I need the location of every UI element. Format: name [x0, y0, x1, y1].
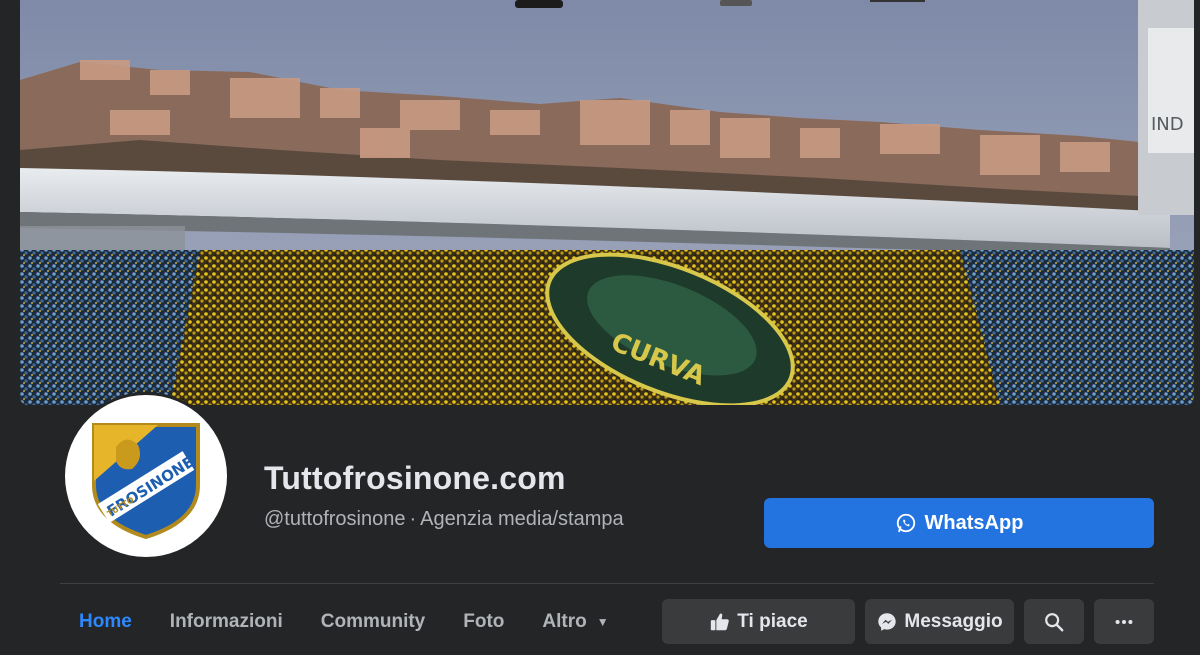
like-label: Ti piace [737, 610, 808, 632]
thumbs-up-icon [711, 612, 730, 630]
messenger-icon [878, 612, 897, 631]
tab-label: Informazioni [169, 611, 283, 632]
search-button[interactable] [1024, 599, 1084, 644]
subtitle-separator: · [409, 508, 417, 530]
search-icon [1045, 612, 1064, 631]
tab-label: Foto [463, 611, 505, 632]
cover-sign-text: IND [1151, 114, 1184, 135]
like-button[interactable]: Ti piace [662, 599, 855, 644]
whatsapp-icon [896, 513, 915, 533]
page-subtitle: @tuttofrosinone · Agenzia media/stampa [264, 508, 624, 531]
facebook-page-header: CURVA IND FROSINONE TUTTO Tuttofrosinone… [0, 0, 1200, 655]
chevron-down-icon: ▼ [596, 615, 609, 629]
page-title: Tuttofrosinone.com [264, 460, 566, 496]
message-label: Messaggio [904, 610, 1003, 632]
avatar-logo: FROSINONE TUTTO [65, 395, 227, 557]
tab-altro[interactable]: Altro ▼ [523, 598, 627, 646]
more-button[interactable] [1094, 599, 1154, 644]
profile-avatar[interactable]: FROSINONE TUTTO [62, 392, 230, 560]
header-divider [60, 583, 1154, 584]
cover-photo[interactable]: CURVA IND [20, 0, 1194, 405]
more-icon [1115, 619, 1133, 624]
tab-foto[interactable]: Foto [444, 598, 523, 646]
club-logo-icon: FROSINONE TUTTO [92, 423, 200, 540]
message-button[interactable]: Messaggio [865, 599, 1014, 644]
whatsapp-label: WhatsApp [924, 511, 1024, 534]
tab-home[interactable]: Home [60, 598, 151, 646]
page-actions: Ti piace Messaggio [662, 599, 1154, 644]
tab-label: Community [320, 611, 426, 632]
page-handle: @tuttofrosinone [264, 508, 406, 530]
whatsapp-button[interactable]: WhatsApp [764, 498, 1154, 548]
page-tabs: Home Informazioni Community Foto Altro ▼ [60, 598, 628, 646]
tab-community[interactable]: Community [302, 598, 445, 646]
page-category[interactable]: Agenzia media/stampa [420, 508, 623, 530]
tab-label: Home [79, 611, 132, 632]
tab-label: Altro [542, 611, 587, 632]
tab-informazioni[interactable]: Informazioni [151, 598, 302, 646]
